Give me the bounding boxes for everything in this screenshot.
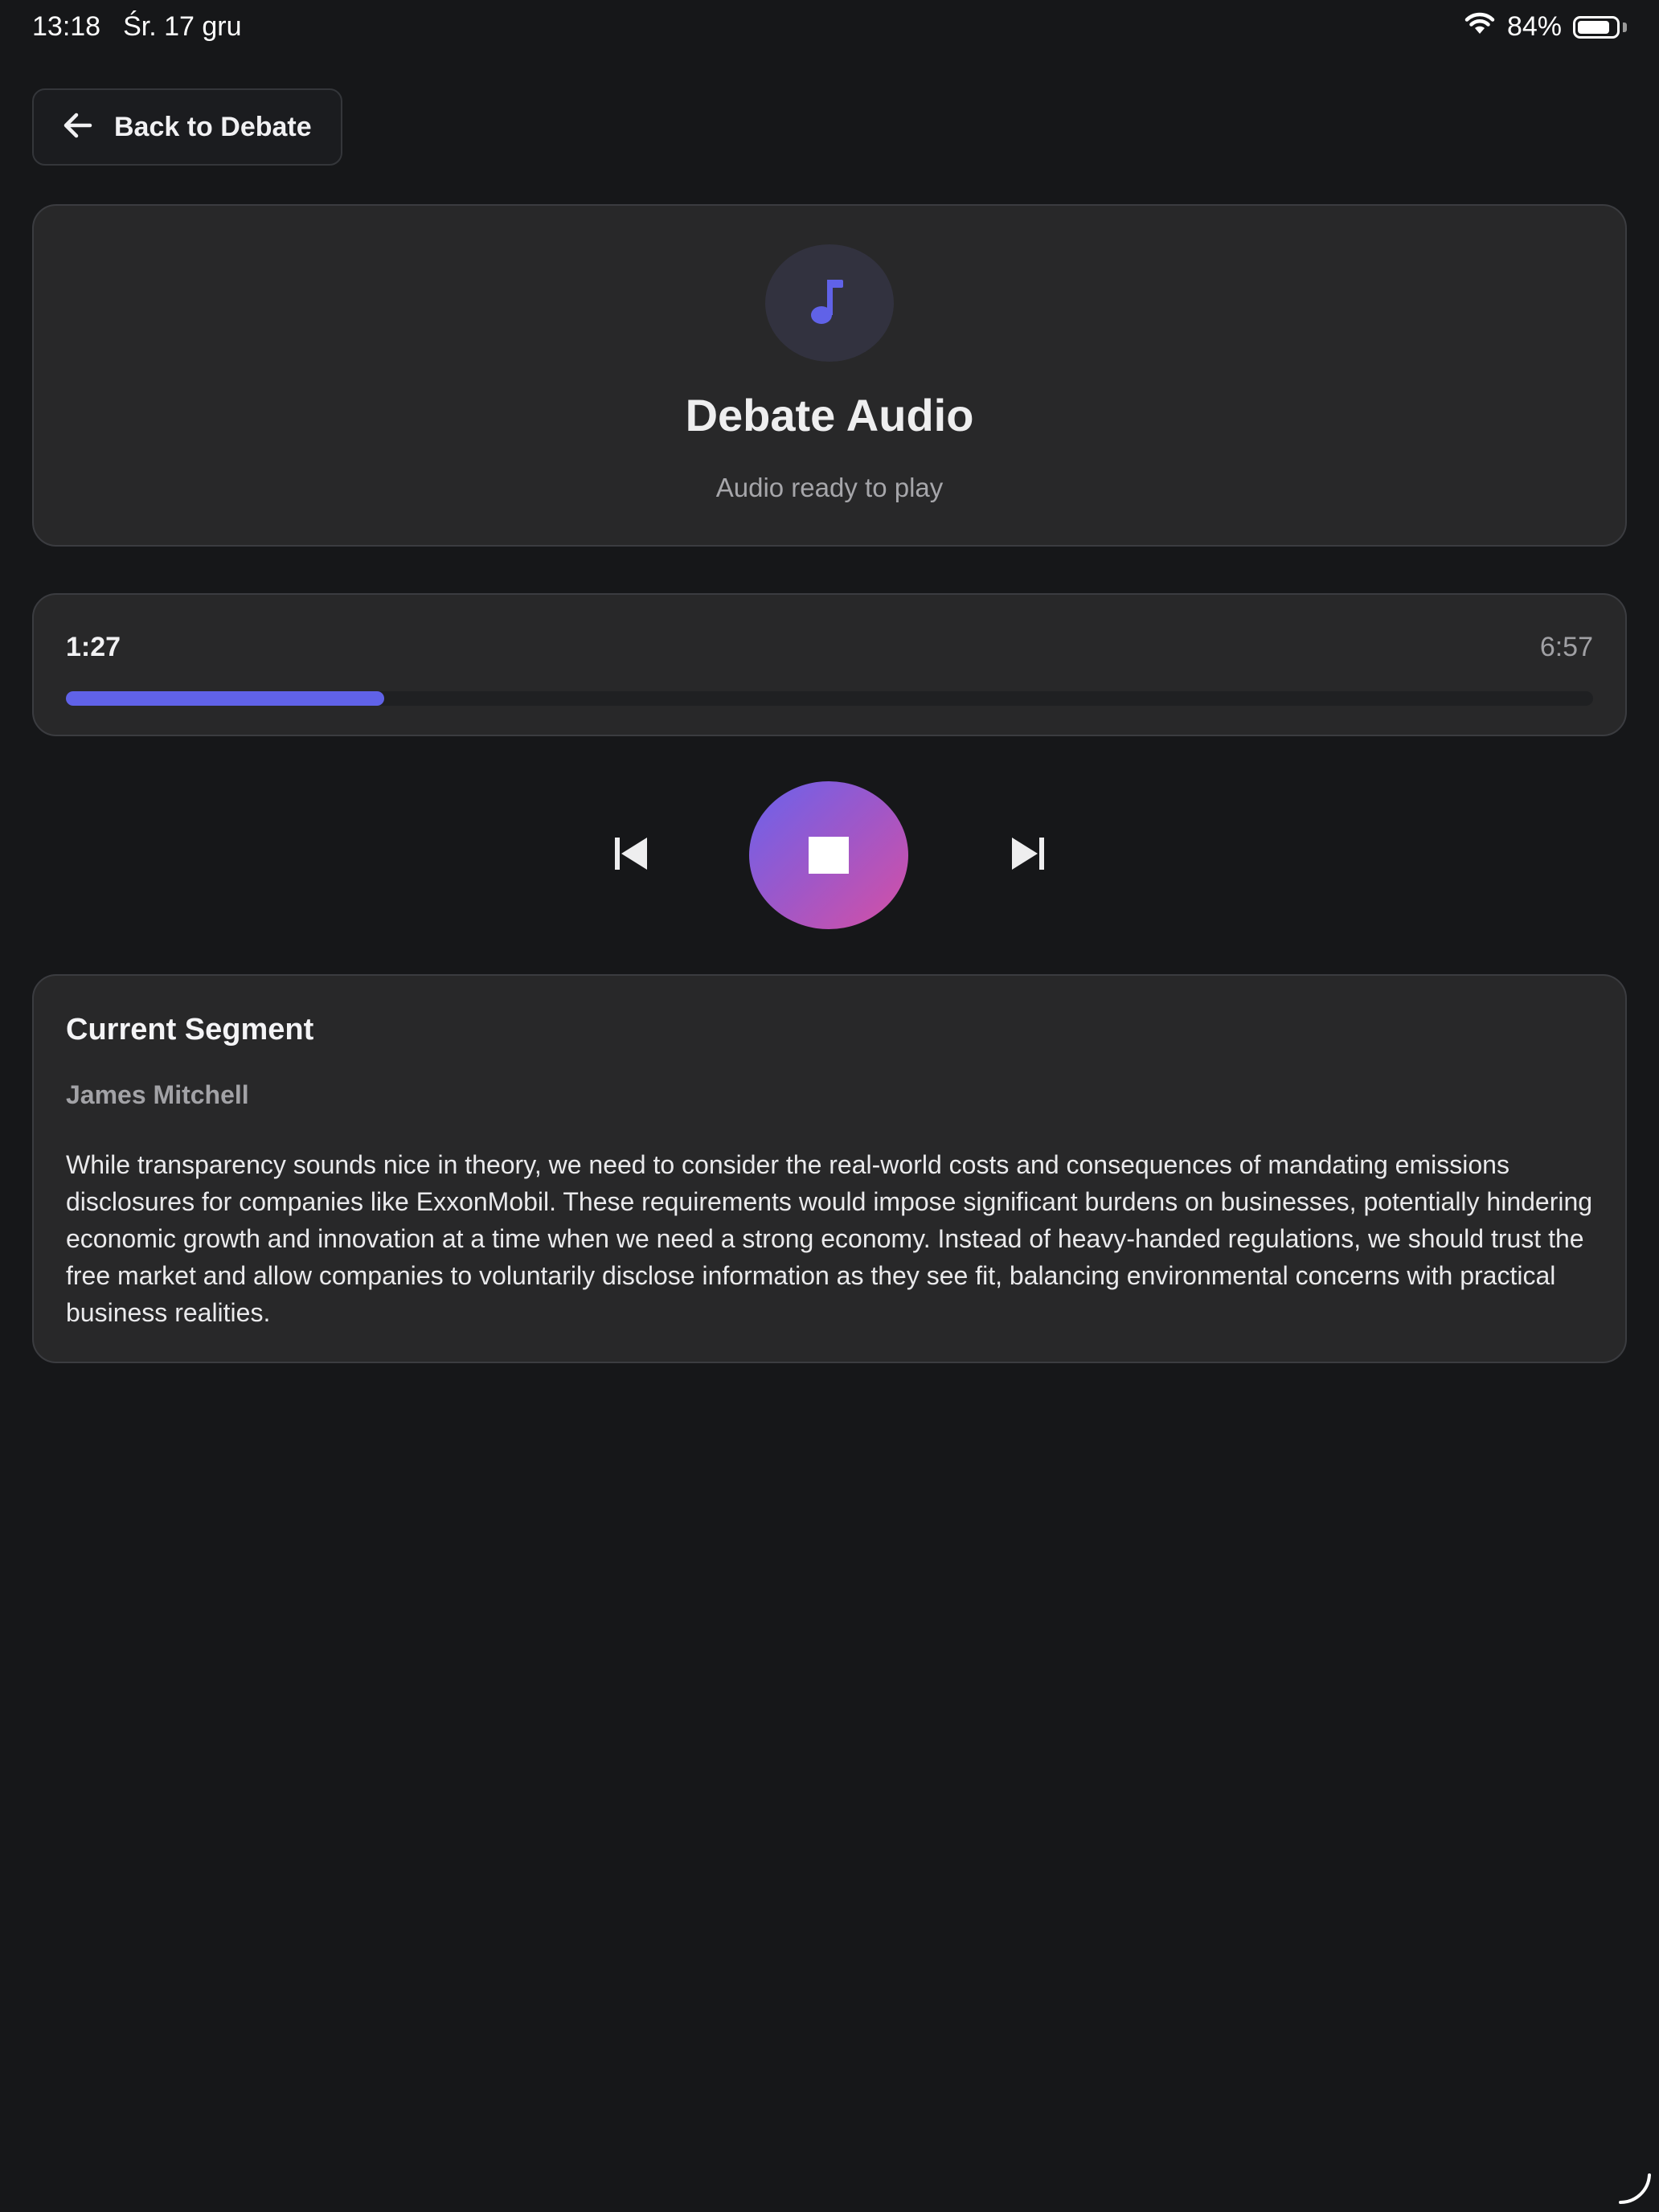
back-to-debate-button[interactable]: Back to Debate — [32, 88, 342, 166]
music-icon-circle — [765, 244, 894, 362]
progress-bar[interactable] — [66, 691, 1593, 706]
status-date: Śr. 17 gru — [123, 11, 242, 42]
status-bar: 13:18 Śr. 17 gru 84% — [0, 0, 1659, 58]
stop-button[interactable] — [749, 781, 908, 929]
stop-icon — [809, 837, 849, 874]
skip-next-button[interactable] — [1000, 831, 1056, 879]
battery-percent: 84% — [1506, 11, 1562, 42]
back-button-label: Back to Debate — [114, 111, 312, 142]
segment-transcript: While transparency sounds nice in theory… — [66, 1150, 1593, 1327]
music-note-icon — [809, 276, 850, 330]
status-left: 13:18 Śr. 17 gru — [32, 11, 242, 43]
segment-heading: Current Segment — [66, 1013, 314, 1047]
wifi-icon — [1464, 11, 1496, 43]
progress-fill — [66, 691, 385, 706]
corner-loading-icon — [1617, 2170, 1653, 2206]
current-segment-card: Current Segment James Mitchell While tra… — [32, 974, 1627, 1363]
status-right: 84% — [1464, 11, 1627, 43]
current-time: 1:27 — [66, 632, 121, 662]
segment-speaker: James Mitchell — [66, 1080, 249, 1109]
skip-previous-icon — [612, 836, 650, 875]
battery-fill — [1578, 20, 1609, 34]
page-title: Debate Audio — [685, 390, 974, 440]
battery-icon — [1573, 15, 1620, 39]
skip-next-icon — [1009, 836, 1047, 875]
battery-tip — [1623, 22, 1627, 32]
skip-previous-button[interactable] — [603, 831, 659, 879]
audio-status-text: Audio ready to play — [715, 473, 944, 502]
progress-card: 1:27 6:57 — [32, 593, 1627, 736]
total-time: 6:57 — [1539, 632, 1593, 662]
audio-header-card: Debate Audio Audio ready to play — [32, 204, 1627, 547]
status-time: 13:18 — [32, 11, 101, 42]
arrow-left-icon — [63, 112, 93, 143]
